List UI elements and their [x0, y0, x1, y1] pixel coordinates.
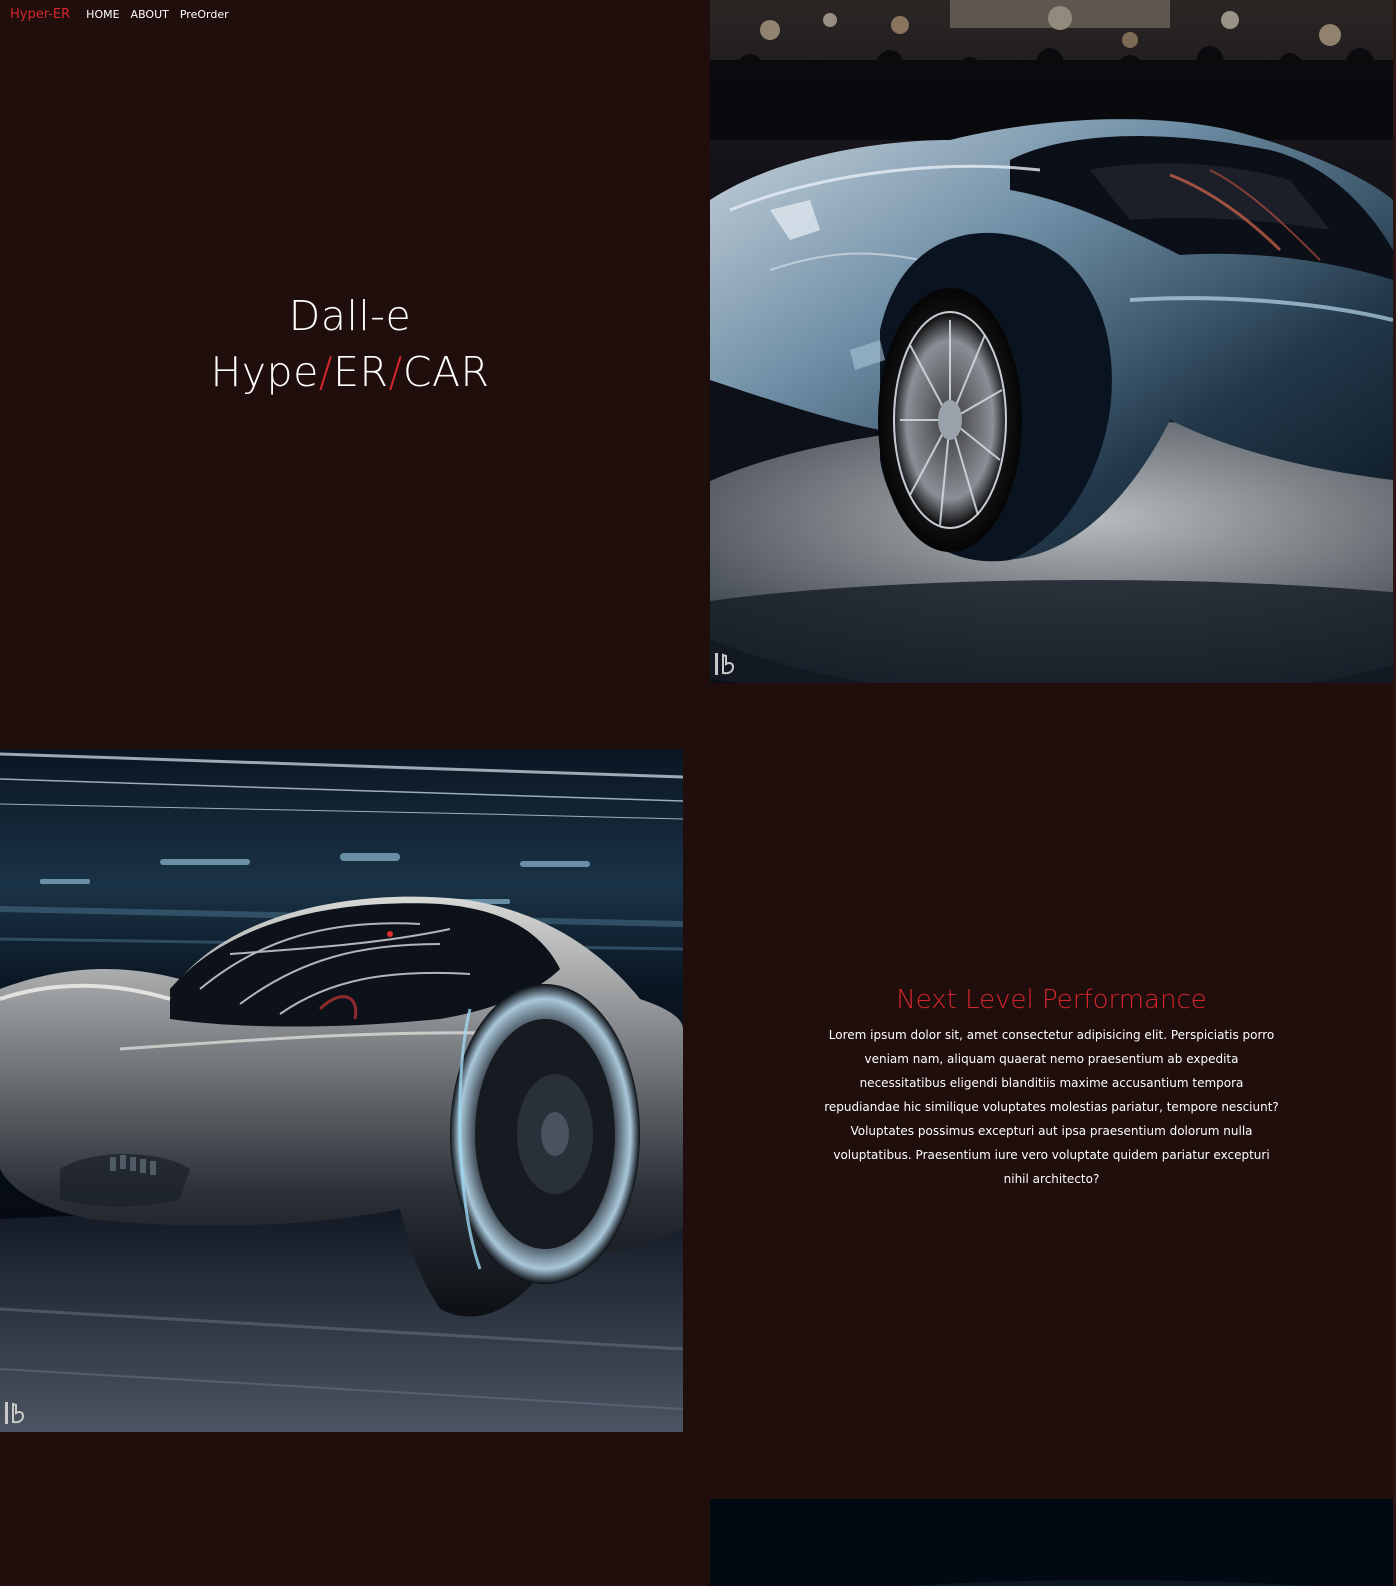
car-image-motion-graphic [0, 749, 683, 1432]
bing-watermark-icon [5, 1402, 25, 1424]
car-image-motion [0, 749, 683, 1432]
car-image-third [710, 1499, 1393, 1586]
hero-word-car: CAR [402, 348, 490, 396]
page: Hyper-ER HOME ABOUT PreOrder Dall-e Hype… [0, 0, 1396, 1586]
hero-word-er: ER [333, 348, 389, 396]
hero-slash: / [388, 348, 403, 396]
hero-section: Dall-e Hype/ER/CAR [0, 0, 700, 700]
bing-watermark-icon [715, 653, 735, 675]
feature-description: Lorem ipsum dolor sit, amet consectetur … [824, 1027, 1279, 1186]
feature-section: Next Level Performance Lorem ipsum dolor… [710, 749, 1393, 1432]
hero-slash: / [318, 348, 334, 396]
hero-title-line1: Dall-e [288, 292, 412, 340]
car-image-showroom-graphic [710, 0, 1393, 683]
car-image-showroom [710, 0, 1393, 683]
car-image-third-graphic [710, 1499, 1393, 1586]
hero-title-line2: Hype/ER/CAR [210, 344, 489, 400]
feature-title: Next Level Performance [896, 984, 1207, 1015]
hero-word-hype: Hype [210, 348, 319, 396]
